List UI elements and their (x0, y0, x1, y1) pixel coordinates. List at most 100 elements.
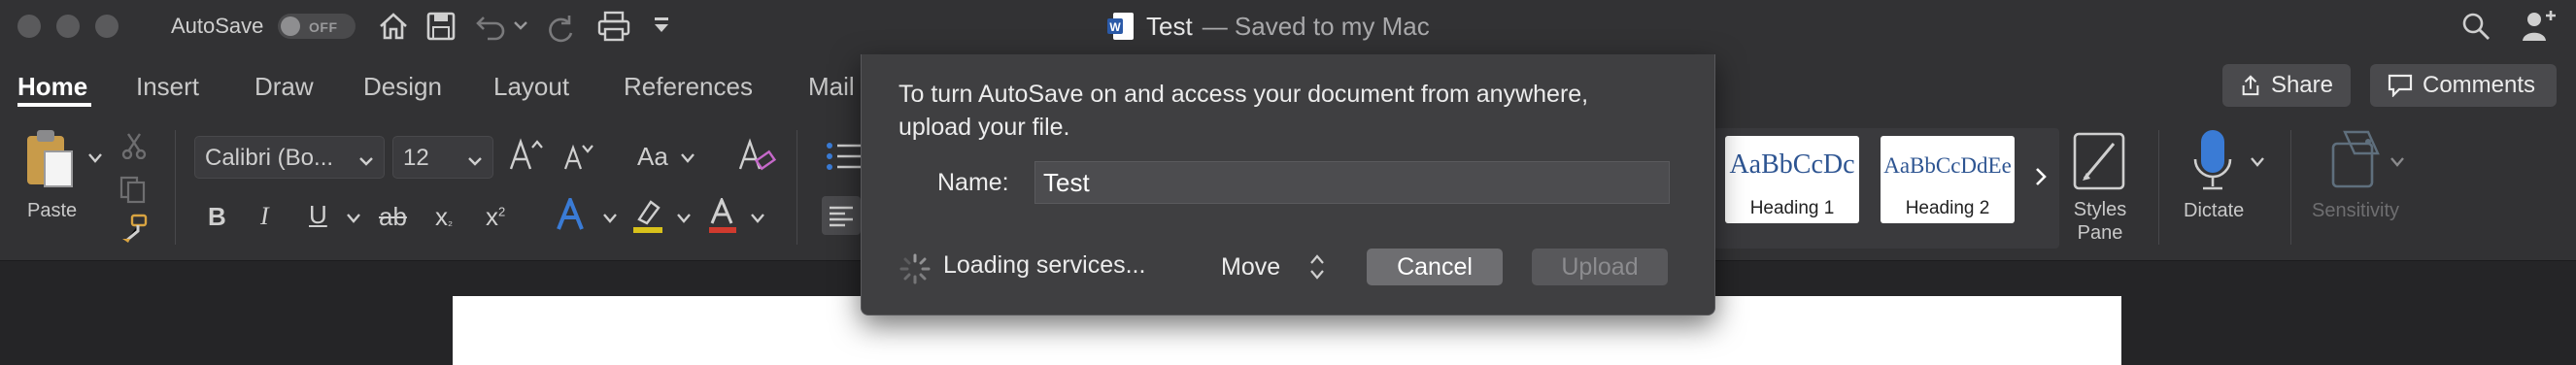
change-case-button[interactable]: Aa (637, 142, 668, 172)
location-popup[interactable]: Move (1221, 253, 1280, 282)
bullets-icon[interactable] (826, 140, 861, 178)
share-button[interactable]: Share (2222, 64, 2351, 107)
superscript-marker: 2 (498, 204, 506, 219)
tab-layout[interactable]: Layout (493, 72, 569, 102)
italic-button[interactable]: I (260, 202, 269, 231)
toggle-knob (281, 17, 300, 36)
search-icon[interactable] (2461, 12, 2491, 41)
updown-chevron-icon[interactable] (1308, 252, 1326, 286)
print-icon[interactable] (596, 10, 631, 43)
undo-icon[interactable] (474, 10, 507, 43)
text-effects-chevron-icon[interactable] (602, 212, 618, 229)
style-heading-2[interactable]: AaBbCcDdEe Heading 2 (1881, 136, 2015, 223)
underline-chevron-icon[interactable] (346, 212, 361, 229)
name-label: Name: (937, 169, 1009, 196)
autosave-label: AutoSave (171, 14, 264, 38)
share-label: Share (2270, 72, 2333, 98)
comment-icon (2388, 74, 2413, 97)
subscript-button[interactable]: x₂ (435, 202, 453, 232)
font-size-combo[interactable]: 12 (392, 136, 493, 179)
title-bar: AutoSave OFF W Test — Saved to my Mac (0, 0, 2576, 52)
shrink-font-icon[interactable] (561, 140, 596, 180)
close-window-button[interactable] (17, 15, 41, 38)
paste-label: Paste (27, 200, 78, 221)
clear-formatting-icon[interactable] (736, 136, 777, 180)
share-people-icon[interactable] (2522, 10, 2557, 43)
font-name-combo[interactable]: Calibri (Bo... (194, 136, 385, 179)
file-name-value: Test (1043, 168, 1090, 197)
comments-label: Comments (2423, 72, 2536, 98)
grow-font-icon[interactable] (507, 136, 546, 180)
customize-toolbar-icon[interactable] (653, 16, 670, 37)
superscript-button[interactable]: x2 (486, 202, 505, 232)
copy-icon[interactable] (119, 175, 148, 209)
autosave-state: OFF (309, 19, 338, 35)
styles-pane-icon[interactable] (2071, 130, 2129, 197)
sensitivity-chevron-icon[interactable] (2390, 155, 2405, 173)
sensitivity-label: Sensitivity (2312, 200, 2400, 221)
tab-design[interactable]: Design (363, 72, 442, 102)
font-color-icon[interactable] (707, 196, 740, 238)
styles-pane-label-line2: Pane (2077, 222, 2123, 244)
window-title: W Test — Saved to my Mac (1107, 10, 1430, 43)
styles-pane-label: Styles Pane (2069, 198, 2131, 245)
change-case-chevron-icon[interactable] (680, 151, 695, 169)
bold-button[interactable]: B (208, 202, 226, 232)
styles-pane-label-line1: Styles (2073, 199, 2127, 220)
dialog-message: To turn AutoSave on and access your docu… (898, 81, 1589, 141)
subscript-glyph: x (435, 202, 448, 231)
share-icon (2242, 75, 2259, 96)
style-sample: AaBbCcDc (1729, 149, 1855, 180)
align-left-button[interactable] (822, 196, 861, 235)
autosave-upload-dialog: To turn AutoSave on and access your docu… (861, 54, 1715, 315)
highlight-icon[interactable] (631, 198, 664, 238)
dictate-label: Dictate (2184, 200, 2245, 221)
font-name-value: Calibri (Bo... (205, 145, 334, 171)
home-icon[interactable] (377, 10, 410, 43)
subscript-marker: ₂ (448, 214, 454, 228)
save-icon[interactable] (425, 10, 457, 43)
highlight-chevron-icon[interactable] (676, 212, 692, 229)
undo-dropdown-icon[interactable] (513, 17, 528, 33)
active-tab-indicator (17, 103, 91, 107)
format-painter-icon[interactable] (119, 214, 150, 249)
text-effects-icon[interactable] (556, 194, 589, 236)
strikethrough-button[interactable]: ab (379, 202, 407, 232)
comments-button[interactable]: Comments (2370, 64, 2557, 107)
redo-icon[interactable] (546, 10, 579, 43)
superscript-glyph: x (486, 202, 498, 231)
tab-home[interactable]: Home (17, 72, 87, 102)
cancel-button[interactable]: Cancel (1367, 249, 1503, 285)
paste-options-chevron-icon[interactable] (87, 151, 103, 169)
cut-icon[interactable] (120, 132, 148, 164)
ribbon-separator (2290, 130, 2291, 245)
autosave-toggle[interactable]: OFF (278, 14, 356, 39)
dictate-chevron-icon[interactable] (2250, 155, 2265, 173)
sensitivity-icon[interactable] (2329, 128, 2384, 195)
paste-icon[interactable] (23, 128, 82, 195)
tab-mailings[interactable]: Mail (808, 72, 855, 102)
ribbon-separator (2158, 130, 2159, 245)
microphone-icon[interactable] (2191, 128, 2234, 197)
tab-references[interactable]: References (624, 72, 753, 102)
underline-button[interactable]: U (309, 200, 327, 230)
file-name-field[interactable]: Test (1034, 161, 1670, 204)
loading-spinner-icon (898, 252, 932, 290)
styles-gallery-next-icon[interactable] (2034, 167, 2048, 191)
style-sample: AaBbCcDdEe (1883, 153, 2012, 178)
upload-button[interactable]: Upload (1532, 249, 1668, 285)
tab-insert[interactable]: Insert (136, 72, 199, 102)
style-heading-1[interactable]: AaBbCcDc Heading 1 (1725, 136, 1859, 223)
style-name: Heading 2 (1905, 198, 1990, 218)
chevron-down-icon (358, 149, 374, 176)
svg-text:W: W (1109, 20, 1121, 34)
save-status: — Saved to my Mac (1202, 11, 1430, 41)
style-name: Heading 1 (1749, 198, 1835, 218)
font-color-chevron-icon[interactable] (750, 212, 765, 229)
minimize-window-button[interactable] (56, 15, 80, 38)
zoom-window-button[interactable] (95, 15, 119, 38)
chevron-down-icon (467, 149, 483, 176)
align-left-icon (830, 206, 853, 227)
word-document-icon: W (1107, 12, 1135, 41)
tab-draw[interactable]: Draw (254, 72, 314, 102)
